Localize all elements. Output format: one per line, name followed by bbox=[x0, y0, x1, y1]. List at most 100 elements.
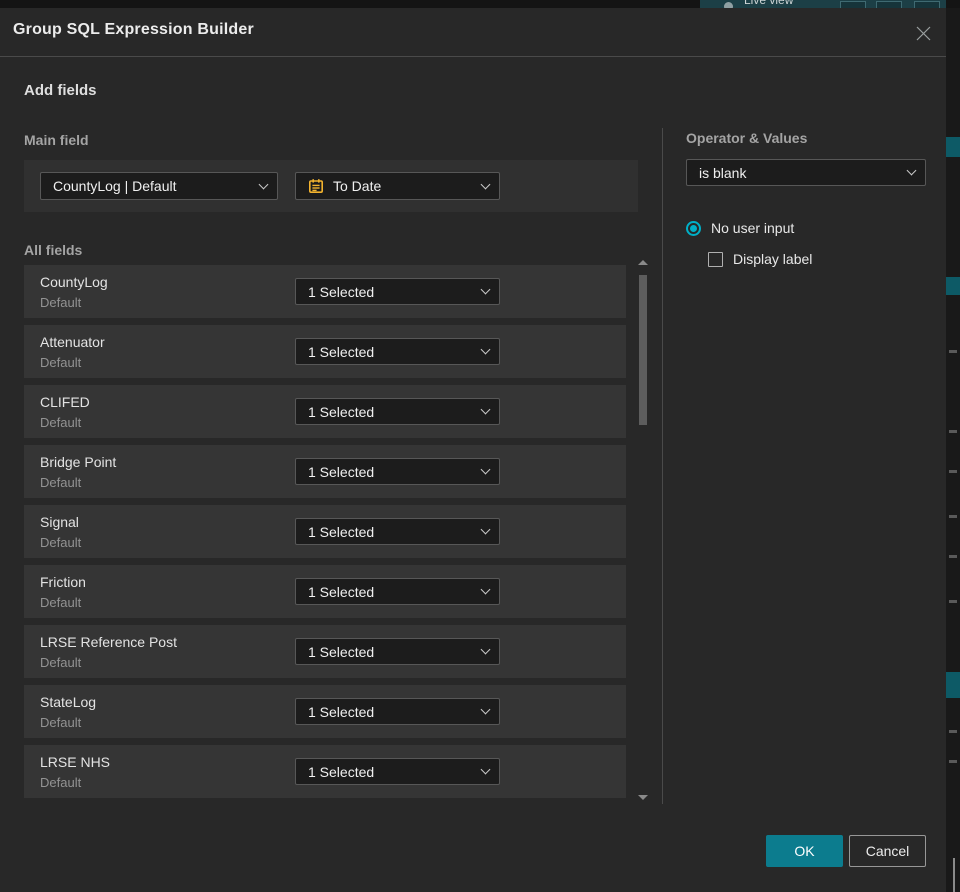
background-fragment bbox=[946, 137, 960, 157]
chevron-down-icon bbox=[480, 584, 491, 595]
field-row: CLIFED Default 1 Selected bbox=[24, 385, 626, 438]
field-layer-name: Default bbox=[40, 415, 82, 430]
main-field-select-value: CountyLog | Default bbox=[53, 178, 177, 194]
display-label-label: Display label bbox=[733, 251, 813, 267]
field-selected-dropdown[interactable]: 1 Selected bbox=[295, 638, 500, 665]
field-layer-name: Default bbox=[40, 535, 82, 550]
background-app-top-strip: Live view bbox=[0, 0, 960, 8]
main-field-panel: CountyLog | Default To Date bbox=[24, 160, 638, 212]
field-name: Signal bbox=[40, 514, 79, 530]
field-row: Attenuator Default 1 Selected bbox=[24, 325, 626, 378]
chevron-down-icon bbox=[480, 344, 491, 355]
chevron-down-icon bbox=[480, 764, 491, 775]
field-name: Attenuator bbox=[40, 334, 105, 350]
field-layer-name: Default bbox=[40, 655, 82, 670]
field-selected-value: 1 Selected bbox=[308, 403, 375, 420]
radio-selected-icon bbox=[686, 220, 701, 236]
background-fragment bbox=[949, 515, 957, 518]
main-field-value-select[interactable]: To Date bbox=[295, 172, 500, 200]
checkbox-unchecked-icon bbox=[708, 251, 723, 267]
background-fragment bbox=[949, 600, 957, 603]
field-row: Friction Default 1 Selected bbox=[24, 565, 626, 618]
calendar-icon bbox=[308, 178, 324, 194]
chevron-down-icon bbox=[480, 404, 491, 415]
cancel-button[interactable]: Cancel bbox=[849, 835, 926, 867]
field-selected-dropdown[interactable]: 1 Selected bbox=[295, 578, 500, 605]
field-row: CountyLog Default 1 Selected bbox=[24, 265, 626, 318]
field-row: StateLog Default 1 Selected bbox=[24, 685, 626, 738]
add-fields-heading: Add fields bbox=[24, 82, 97, 99]
field-selected-value: 1 Selected bbox=[308, 463, 375, 480]
background-fragment bbox=[949, 470, 957, 473]
operator-select[interactable]: is blank bbox=[686, 159, 926, 186]
field-row: Bridge Point Default 1 Selected bbox=[24, 445, 626, 498]
operator-values-heading: Operator & Values bbox=[686, 130, 808, 146]
background-fragment bbox=[949, 555, 957, 558]
field-selected-value: 1 Selected bbox=[308, 763, 375, 780]
background-fragment bbox=[946, 277, 960, 295]
field-selected-dropdown[interactable]: 1 Selected bbox=[295, 518, 500, 545]
field-selected-value: 1 Selected bbox=[308, 283, 375, 300]
field-layer-name: Default bbox=[40, 475, 82, 490]
dialog-header: Group SQL Expression Builder bbox=[0, 8, 946, 57]
chevron-down-icon bbox=[480, 284, 491, 295]
live-view-toggle: Live view bbox=[700, 0, 946, 8]
field-row: LRSE NHS Default 1 Selected bbox=[24, 745, 626, 798]
field-name: CLIFED bbox=[40, 394, 90, 410]
field-layer-name: Default bbox=[40, 775, 82, 790]
field-layer-name: Default bbox=[40, 355, 82, 370]
panel-divider bbox=[662, 128, 663, 804]
field-selected-value: 1 Selected bbox=[308, 583, 375, 600]
field-name: CountyLog bbox=[40, 274, 108, 290]
field-layer-name: Default bbox=[40, 295, 82, 310]
close-icon[interactable] bbox=[910, 20, 936, 46]
chevron-down-icon bbox=[258, 179, 269, 189]
chevron-down-icon bbox=[480, 179, 491, 189]
field-selected-dropdown[interactable]: 1 Selected bbox=[295, 398, 500, 425]
background-fragment bbox=[946, 672, 960, 698]
field-row: Signal Default 1 Selected bbox=[24, 505, 626, 558]
main-field-select[interactable]: CountyLog | Default bbox=[40, 172, 278, 200]
all-fields-list: CountyLog Default 1 Selected Attenuator … bbox=[24, 265, 626, 805]
live-view-label: Live view bbox=[744, 0, 794, 7]
scrollbar-thumb[interactable] bbox=[639, 275, 647, 425]
field-selected-value: 1 Selected bbox=[308, 703, 375, 720]
no-user-input-radio[interactable]: No user input bbox=[686, 220, 794, 236]
background-app-right-sliver bbox=[946, 8, 960, 892]
background-fragment bbox=[949, 760, 957, 763]
chevron-down-icon bbox=[480, 644, 491, 655]
scrollbar-up-arrow-icon[interactable] bbox=[638, 260, 648, 265]
ok-button[interactable]: OK bbox=[766, 835, 843, 867]
main-field-label: Main field bbox=[24, 132, 89, 148]
field-selected-dropdown[interactable]: 1 Selected bbox=[295, 458, 500, 485]
toolbar-fragment-icon bbox=[914, 1, 940, 8]
field-layer-name: Default bbox=[40, 715, 82, 730]
scrollbar-down-arrow-icon[interactable] bbox=[638, 795, 648, 800]
background-fragment bbox=[949, 730, 957, 733]
field-selected-dropdown[interactable]: 1 Selected bbox=[295, 698, 500, 725]
display-label-checkbox[interactable]: Display label bbox=[708, 251, 812, 267]
field-row: LRSE Reference Post Default 1 Selected bbox=[24, 625, 626, 678]
field-name: LRSE NHS bbox=[40, 754, 111, 770]
field-selected-value: 1 Selected bbox=[308, 343, 375, 360]
screen: Live view Group SQL Expression Builder A… bbox=[0, 0, 960, 892]
chevron-down-icon bbox=[906, 165, 917, 176]
dialog-title: Group SQL Expression Builder bbox=[13, 21, 254, 38]
background-fragment bbox=[949, 430, 957, 433]
field-selected-value: 1 Selected bbox=[308, 643, 375, 660]
all-fields-label: All fields bbox=[24, 242, 83, 258]
operator-value: is blank bbox=[699, 164, 747, 181]
field-selected-dropdown[interactable]: 1 Selected bbox=[295, 278, 500, 305]
chevron-down-icon bbox=[480, 524, 491, 535]
field-name: Friction bbox=[40, 574, 86, 590]
field-selected-dropdown[interactable]: 1 Selected bbox=[295, 758, 500, 785]
chevron-down-icon bbox=[480, 464, 491, 475]
group-sql-expression-builder-dialog: Group SQL Expression Builder Add fields … bbox=[0, 8, 946, 892]
chevron-down-icon bbox=[480, 704, 491, 715]
field-name: Bridge Point bbox=[40, 454, 117, 470]
no-user-input-label: No user input bbox=[711, 220, 795, 236]
background-scrollbar bbox=[953, 858, 955, 892]
field-selected-value: 1 Selected bbox=[308, 523, 375, 540]
toolbar-fragment-icon bbox=[876, 1, 902, 8]
field-selected-dropdown[interactable]: 1 Selected bbox=[295, 338, 500, 365]
